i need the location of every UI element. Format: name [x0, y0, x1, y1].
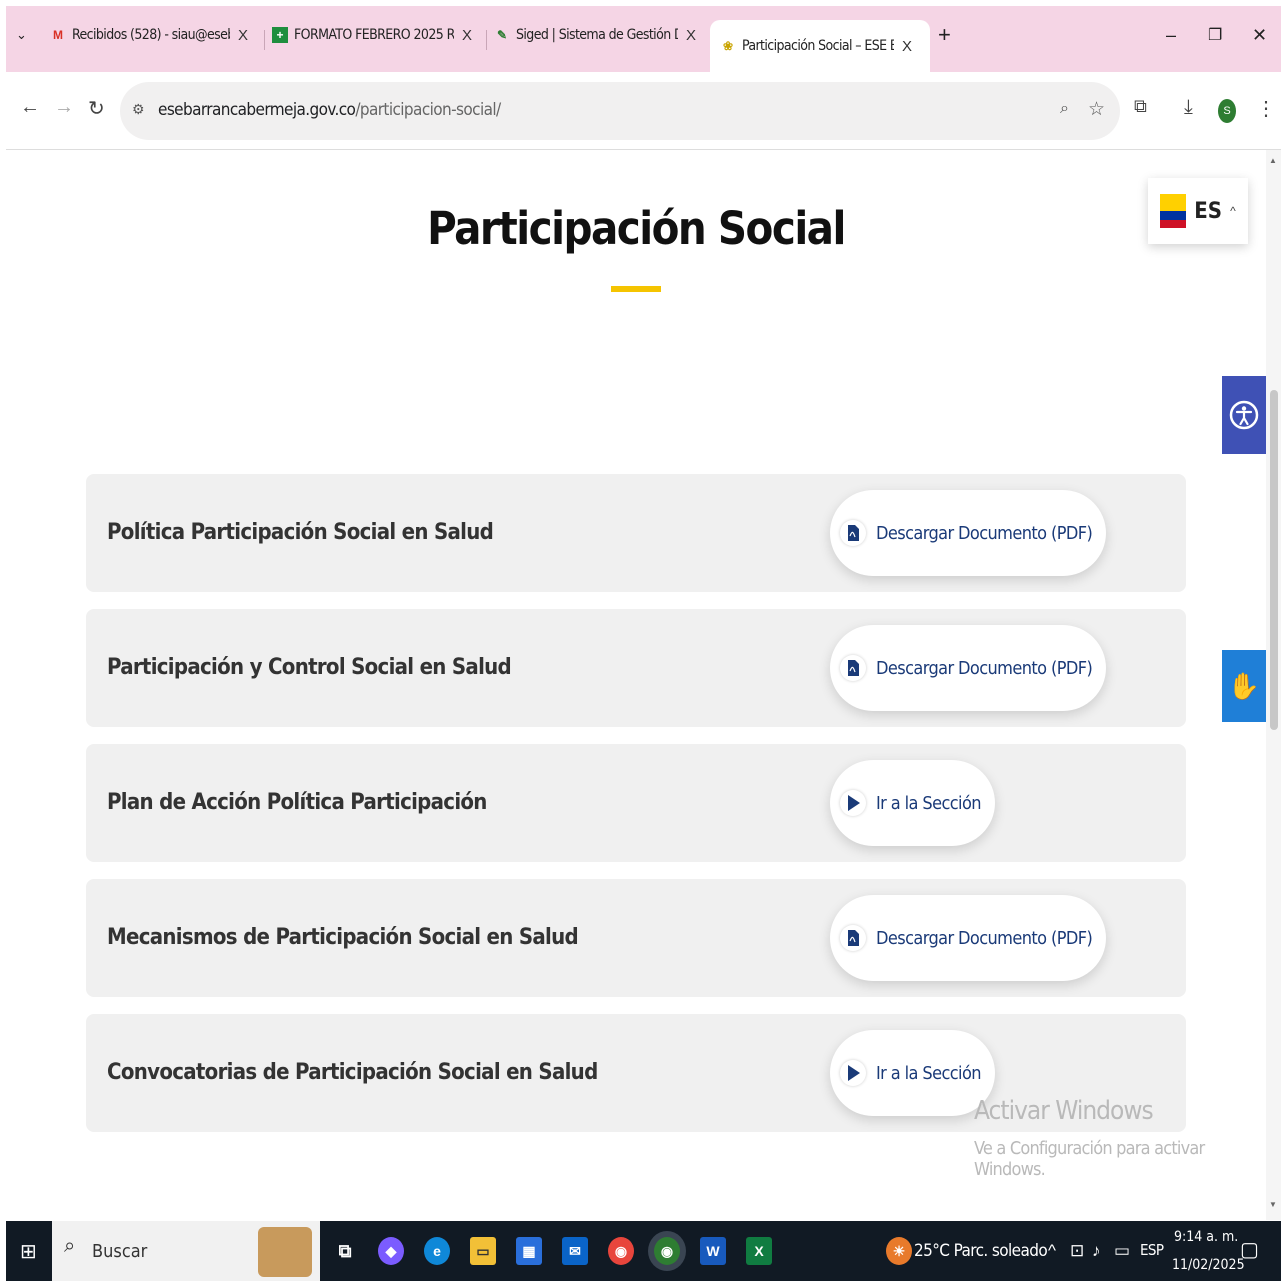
hand-icon: ✋: [1227, 670, 1261, 701]
reload-icon[interactable]: ↻: [88, 96, 105, 121]
browser-toolbar: ← → ↻ ⚙ esebarrancabermeja.gov.co/partic…: [6, 72, 1281, 150]
windows-activation-subtext: Ve a Configuración para activar Windows.: [974, 1138, 1205, 1180]
title-underline: [611, 286, 661, 292]
page-content: Participación Social ES ^ ✋ Política Par…: [6, 150, 1266, 1220]
search-highlight-image: [258, 1227, 312, 1277]
minimize-button[interactable]: –: [1166, 18, 1176, 52]
tab-gmail[interactable]: M Recibidos (528) - siau@esebarr X: [50, 18, 255, 52]
scroll-up-icon[interactable]: ▲: [1269, 156, 1277, 165]
play-icon: [840, 790, 866, 816]
go-to-section-button[interactable]: Ir a la Sección: [830, 1030, 995, 1116]
close-icon[interactable]: X: [238, 27, 248, 44]
siged-icon: ✎: [496, 28, 508, 42]
address-bar[interactable]: ⚙ esebarrancabermeja.gov.co/participacio…: [120, 82, 1120, 140]
chevron-up-icon: ^: [1230, 204, 1236, 218]
back-arrow-icon[interactable]: ←: [20, 96, 40, 119]
colombia-flag-icon: [1160, 194, 1187, 228]
pdf-icon: [840, 520, 866, 546]
pdf-icon: [840, 925, 866, 951]
list-item: Plan de Acción Política Participación Ir…: [86, 744, 1186, 862]
language-selector[interactable]: ES ^: [1148, 178, 1248, 244]
volume-icon[interactable]: ♪: [1092, 1241, 1100, 1261]
scroll-down-icon[interactable]: ▼: [1269, 1200, 1277, 1209]
search-icon: ⌕: [64, 1235, 76, 1257]
accessibility-icon: [1229, 400, 1259, 430]
list-item: Participación y Control Social en Salud …: [86, 609, 1186, 727]
restore-icon: ❐: [1208, 27, 1223, 44]
close-window-button[interactable]: ✕: [1252, 18, 1267, 52]
notifications-icon[interactable]: ▢: [1240, 1237, 1259, 1262]
word-icon[interactable]: W: [700, 1237, 726, 1265]
weather-icon[interactable]: ☀: [886, 1237, 912, 1265]
bookmark-star-icon[interactable]: ☆: [1088, 98, 1105, 121]
new-tab-button[interactable]: +: [938, 18, 951, 52]
chevron-down-icon: ⌄: [16, 27, 27, 42]
network-icon[interactable]: ⊡: [1070, 1241, 1084, 1261]
pdf-icon: [840, 655, 866, 681]
url-text: esebarrancabermeja.gov.co/participacion-…: [158, 100, 501, 120]
sign-language-button[interactable]: ✋: [1222, 650, 1266, 722]
list-item: Mecanismos de Participación Social en Sa…: [86, 879, 1186, 997]
tab-search-menu[interactable]: ⌄: [16, 18, 27, 52]
task-view-icon[interactable]: ⧉: [332, 1237, 358, 1265]
download-pdf-button[interactable]: Descargar Documento (PDF): [830, 625, 1107, 711]
sheets-icon: +: [272, 27, 288, 43]
edge-icon[interactable]: e: [424, 1237, 450, 1265]
file-explorer-icon[interactable]: ▭: [470, 1237, 496, 1265]
site-settings-icon[interactable]: ⚙: [132, 101, 145, 118]
download-pdf-button[interactable]: Descargar Documento (PDF): [830, 490, 1107, 576]
extensions-icon[interactable]: ⧉: [1134, 96, 1147, 117]
page-title: Participación Social: [427, 202, 846, 255]
tab-siged[interactable]: ✎ Siged | Sistema de Gestión Doc X: [494, 18, 706, 52]
play-icon: [840, 1060, 866, 1086]
list-item: Política Participación Social en Salud D…: [86, 474, 1186, 592]
close-icon: ✕: [1252, 24, 1268, 45]
windows-activation-watermark: Activar Windows: [974, 1096, 1154, 1126]
zoom-icon[interactable]: ⌕: [1060, 100, 1069, 118]
download-pdf-button[interactable]: Descargar Documento (PDF): [830, 895, 1107, 981]
chrome-icon[interactable]: ◉: [608, 1237, 634, 1265]
minimize-icon: –: [1166, 24, 1177, 45]
mail-icon[interactable]: ✉: [562, 1237, 588, 1265]
display-icon[interactable]: ▭: [1114, 1241, 1130, 1261]
go-to-section-button[interactable]: Ir a la Sección: [830, 760, 995, 846]
scrollbar-thumb[interactable]: [1270, 390, 1278, 730]
menu-kebab-icon[interactable]: ⋮: [1256, 96, 1276, 121]
accessibility-button[interactable]: [1222, 376, 1266, 454]
gmail-icon: M: [53, 28, 63, 42]
tab-sheets[interactable]: + FORMATO FEBRERO 2025 REG X: [272, 18, 482, 52]
tab-participacion-social[interactable]: ❀ Participación Social – ESE Barra X: [710, 20, 930, 72]
download-icon[interactable]: ⤓: [1184, 96, 1193, 119]
excel-icon[interactable]: X: [746, 1237, 772, 1265]
browser-tab-strip: ⌄ M Recibidos (528) - siau@esebarr X + F…: [6, 6, 1281, 72]
close-icon[interactable]: X: [902, 38, 912, 55]
restore-button[interactable]: ❐: [1208, 18, 1222, 52]
plus-icon: +: [938, 22, 951, 47]
windows-taskbar: ⊞ ⌕ Buscar ⧉ ◆ e ▭ ▦ ✉ ◉ ◉ W X ☀ 25°C Pa…: [6, 1221, 1281, 1281]
page-scrollbar[interactable]: ▲ ▼: [1266, 150, 1281, 1220]
profile-avatar[interactable]: S: [1218, 99, 1236, 123]
copilot-icon[interactable]: ◆: [378, 1237, 404, 1265]
store-icon[interactable]: ▦: [516, 1237, 542, 1265]
chevron-up-icon[interactable]: ^: [1048, 1241, 1056, 1261]
ese-icon: ❀: [722, 39, 734, 53]
chrome-active-icon[interactable]: ◉: [654, 1237, 680, 1265]
windows-start-icon[interactable]: ⊞: [20, 1239, 37, 1264]
close-icon[interactable]: X: [462, 27, 472, 44]
taskbar-search[interactable]: ⌕ Buscar: [52, 1221, 320, 1281]
close-icon[interactable]: X: [686, 27, 696, 44]
forward-arrow-icon[interactable]: →: [54, 96, 74, 119]
